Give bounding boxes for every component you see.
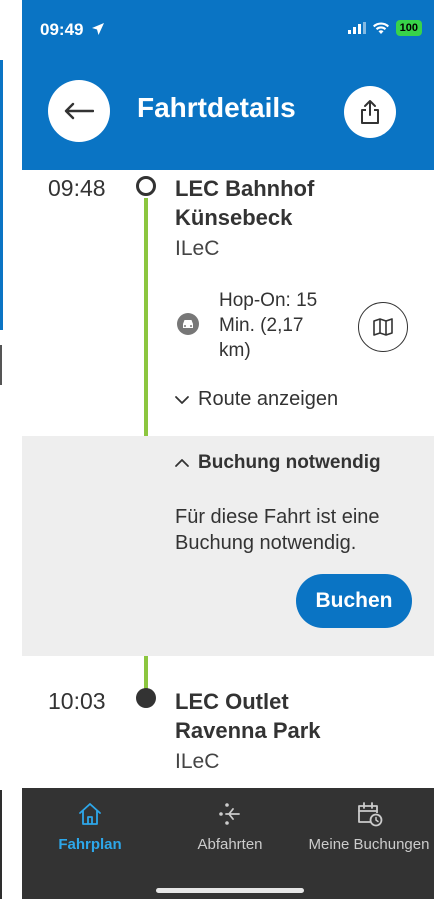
page-title: Fahrtdetails <box>137 92 296 123</box>
edge-strip <box>0 60 3 330</box>
car-icon <box>177 313 199 335</box>
route-toggle-label: Route anzeigen <box>198 388 339 410</box>
app-screen: 09:49 100 Fahrtdetails 09:48 LEC Bahnhof… <box>22 0 434 899</box>
departures-icon <box>219 803 240 825</box>
chevron-up-icon <box>175 459 189 467</box>
location-arrow-icon <box>92 23 105 35</box>
cellular-signal-icon <box>347 22 366 34</box>
status-indicators: 100 <box>347 20 422 36</box>
status-bar-time: 09:49 <box>40 20 105 40</box>
departure-time: 09:48 <box>48 175 106 201</box>
back-button[interactable] <box>48 80 110 142</box>
map-icon <box>373 318 393 336</box>
booking-collapse-toggle[interactable]: Buchung notwendig <box>174 452 381 474</box>
share-button[interactable] <box>344 86 396 138</box>
arrival-time: 10:03 <box>48 688 106 714</box>
nav-label: Fahrplan <box>58 836 122 853</box>
booking-title-text: Buchung notwendig <box>198 452 381 473</box>
stop-name-line: LEC Outlet <box>175 689 289 714</box>
book-button[interactable]: Buchen <box>296 574 412 628</box>
departure-stop-name[interactable]: LEC Bahnhof Künsebeck <box>175 174 314 232</box>
battery-indicator: 100 <box>395 20 422 36</box>
edge-strip <box>0 790 2 899</box>
arrival-stop-name[interactable]: LEC Outlet Ravenna Park <box>175 687 321 745</box>
chevron-down-icon <box>175 395 189 404</box>
departure-operator: ILeC <box>175 237 220 260</box>
header: 09:49 100 Fahrtdetails <box>22 0 434 170</box>
booking-text-line: Buchung notwendig. <box>175 532 357 554</box>
home-icon <box>79 803 101 825</box>
booking-description: Für diese Fahrt ist eine Buchung notwend… <box>175 504 415 556</box>
hop-on-line: Hop-On: 15 <box>219 290 318 311</box>
arrow-left-icon <box>64 102 94 120</box>
stop-name-line: Künsebeck <box>175 205 293 230</box>
bottom-navigation: Fahrplan Abfahrten Meine Buchungen <box>22 788 434 899</box>
hop-on-line: km) <box>219 340 251 361</box>
map-button[interactable] <box>358 302 408 352</box>
share-icon <box>361 100 379 124</box>
nav-label: Meine Buchungen <box>308 836 430 853</box>
wifi-icon <box>372 21 389 34</box>
calendar-clock-icon <box>358 802 383 827</box>
departure-stop-marker <box>136 176 156 196</box>
nav-label: Abfahrten <box>197 836 263 853</box>
booking-text-line: Für diese Fahrt ist eine <box>175 506 380 528</box>
stop-name-line: Ravenna Park <box>175 718 321 743</box>
hop-on-info: Hop-On: 15 Min. (2,17 km) <box>219 288 349 363</box>
hop-on-line: Min. (2,17 <box>219 315 304 336</box>
edge-strip <box>0 345 2 385</box>
nav-item-fahrplan[interactable]: Fahrplan <box>30 788 150 878</box>
status-time-text: 09:49 <box>40 20 84 39</box>
nav-item-abfahrten[interactable]: Abfahrten <box>168 788 292 878</box>
show-route-toggle[interactable]: Route anzeigen <box>174 388 338 411</box>
home-indicator[interactable] <box>156 888 304 893</box>
nav-item-meine-buchungen[interactable]: Meine Buchungen <box>304 788 434 878</box>
background-edge <box>0 0 22 899</box>
arrival-stop-marker <box>136 688 156 708</box>
stop-name-line: LEC Bahnhof <box>175 176 315 201</box>
arrival-operator: ILeC <box>175 750 220 773</box>
